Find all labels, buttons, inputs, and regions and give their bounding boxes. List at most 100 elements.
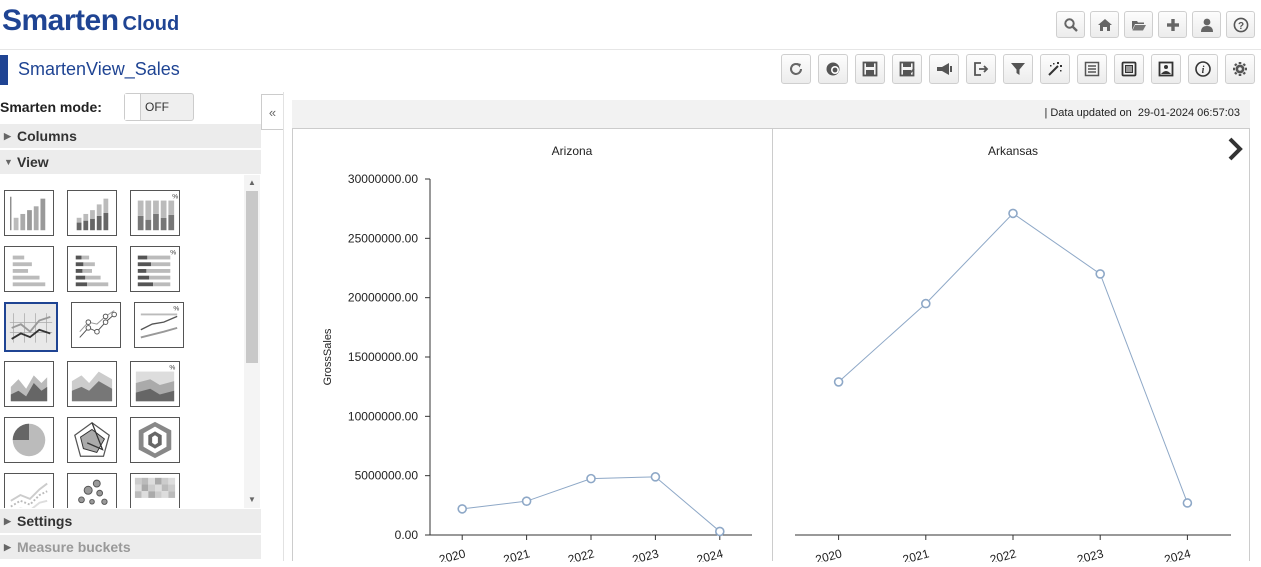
user-button[interactable]	[1192, 11, 1221, 38]
line-marker-chart-option[interactable]	[71, 302, 121, 348]
export-icon	[974, 62, 989, 76]
info-button[interactable]: i	[1188, 54, 1218, 84]
save-button[interactable]	[855, 54, 885, 84]
export-button[interactable]	[966, 54, 996, 84]
next-page-arrow-icon[interactable]	[1225, 136, 1245, 162]
home-button[interactable]	[1090, 11, 1119, 38]
y-tick-label: 20000000.00	[348, 291, 418, 305]
top-bar: Smarten Cloud ?	[0, 0, 1261, 50]
save-icon	[862, 61, 878, 77]
announce-button[interactable]	[929, 54, 959, 84]
y-tick-label: 15000000.00	[348, 350, 418, 364]
smarten-mode-toggle[interactable]: OFF	[124, 93, 194, 121]
announce-icon	[937, 63, 952, 75]
data-updated-timestamp: 29-01-2024 06:57:03	[1137, 107, 1240, 119]
data-point	[1095, 269, 1106, 279]
bar-chart-icon	[12, 255, 46, 287]
app-logo[interactable]: Smarten Cloud	[2, 4, 179, 38]
area-chart-icon	[10, 375, 48, 402]
snapshot-button[interactable]	[1151, 54, 1181, 84]
data-point	[650, 472, 661, 482]
caret-right-icon: ▶	[4, 130, 11, 141]
section-columns[interactable]: ▶ Columns	[0, 124, 261, 148]
stacked-area-chart-option[interactable]	[67, 361, 117, 407]
chart-panel-arkansas: Arkansas 2020 2021 2022 2023 2024	[772, 128, 1250, 567]
section-settings[interactable]: ▶ Settings	[0, 509, 261, 533]
radar-chart-icon	[74, 422, 110, 457]
image-icon	[1158, 61, 1174, 77]
stacked-column-chart-option[interactable]	[67, 190, 117, 236]
x-tick-label: 2021	[901, 546, 931, 562]
chart-type-gallery: % % % %	[0, 175, 244, 508]
scroll-thumb[interactable]	[246, 191, 258, 363]
percent-bar-chart-option[interactable]: %	[130, 246, 180, 292]
open-folder-button[interactable]	[1124, 11, 1153, 38]
list-icon	[1084, 61, 1100, 77]
caret-right-icon: ▶	[4, 541, 11, 552]
section-view[interactable]: ▼ View	[0, 150, 261, 174]
help-button[interactable]: ?	[1226, 11, 1255, 38]
series-line	[838, 212, 1188, 504]
svg-text:%: %	[169, 365, 175, 372]
y-tick-label: 30000000.00	[348, 172, 418, 186]
line-chart-grid-option[interactable]	[4, 302, 58, 352]
caret-down-icon: ▼	[4, 157, 13, 167]
view-toolbar: i	[781, 54, 1255, 84]
area-chart-option[interactable]	[4, 361, 54, 407]
view-title-bar: SmartenView_Sales i	[0, 51, 1261, 91]
data-point	[921, 298, 931, 309]
percent-column-chart-option[interactable]: %	[130, 190, 180, 236]
multi-line-chart-option[interactable]	[4, 473, 54, 508]
bubble-chart-option[interactable]	[67, 473, 117, 508]
section-measure-buckets[interactable]: ▶ Measure buckets	[0, 535, 261, 559]
multi-line-icon	[10, 482, 48, 508]
scroll-up-icon[interactable]: ▲	[248, 178, 256, 187]
column-chart-option[interactable]	[4, 190, 54, 236]
line-marker-icon	[79, 310, 117, 338]
x-tick-label: 2023	[1076, 546, 1106, 562]
scroll-down-icon[interactable]: ▼	[248, 495, 256, 504]
settings-button[interactable]	[1225, 54, 1255, 84]
pie-chart-option[interactable]	[4, 417, 54, 463]
smart-button[interactable]	[1040, 54, 1070, 84]
y-tick-label: 25000000.00	[348, 231, 418, 245]
gallery-scrollbar[interactable]: ▲ ▼	[244, 175, 260, 508]
divider	[283, 92, 284, 561]
search-icon	[1063, 17, 1078, 32]
filter-icon	[1011, 63, 1025, 75]
svg-text:%: %	[173, 306, 179, 313]
data-updated-bar: | Data updated on 29-01-2024 06:57:03	[292, 100, 1250, 128]
search-button[interactable]	[1056, 11, 1085, 38]
caret-right-icon: ▶	[4, 515, 11, 526]
stacked-area-icon	[71, 371, 113, 402]
percent-area-chart-option[interactable]: %	[130, 361, 180, 407]
section-view-label: View	[17, 154, 49, 170]
collapse-sidebar-button[interactable]: «	[261, 94, 284, 130]
save-as-button[interactable]	[892, 54, 922, 84]
data-point	[457, 504, 467, 514]
stacked-bar-chart-option[interactable]	[67, 246, 117, 292]
hexagon-chart-option[interactable]	[130, 417, 180, 463]
bar-chart-option[interactable]	[4, 246, 54, 292]
magic-wand-icon	[1048, 62, 1062, 76]
double-chevron-left-icon: «	[268, 104, 277, 120]
help-icon: ?	[1233, 17, 1248, 32]
data-point	[1008, 208, 1018, 219]
refresh-button[interactable]	[781, 54, 811, 84]
data-list-button[interactable]	[1077, 54, 1107, 84]
title-accent	[0, 55, 8, 85]
arkansas-line-chart: Arkansas 2020 2021 2022 2023 2024	[795, 144, 1231, 567]
heatmap-chart-option[interactable]	[130, 473, 180, 508]
arizona-line-chart: Arizona 30000000.00 25000000.00 20000000.00…	[322, 144, 752, 567]
publish-button[interactable]	[818, 54, 848, 84]
chart-panel-arizona: Arizona 30000000.00 25000000.00 20000000.00…	[292, 128, 773, 567]
section-measure-buckets-label: Measure buckets	[17, 539, 131, 555]
report-button[interactable]	[1114, 54, 1144, 84]
svg-text:%: %	[172, 194, 178, 201]
radar-chart-option[interactable]	[67, 417, 117, 463]
add-button[interactable]	[1158, 11, 1187, 38]
x-tick-label: 2023	[631, 546, 661, 562]
filter-button[interactable]	[1003, 54, 1033, 84]
percent-line-chart-option[interactable]: %	[134, 302, 184, 348]
toggle-knob	[125, 94, 141, 120]
